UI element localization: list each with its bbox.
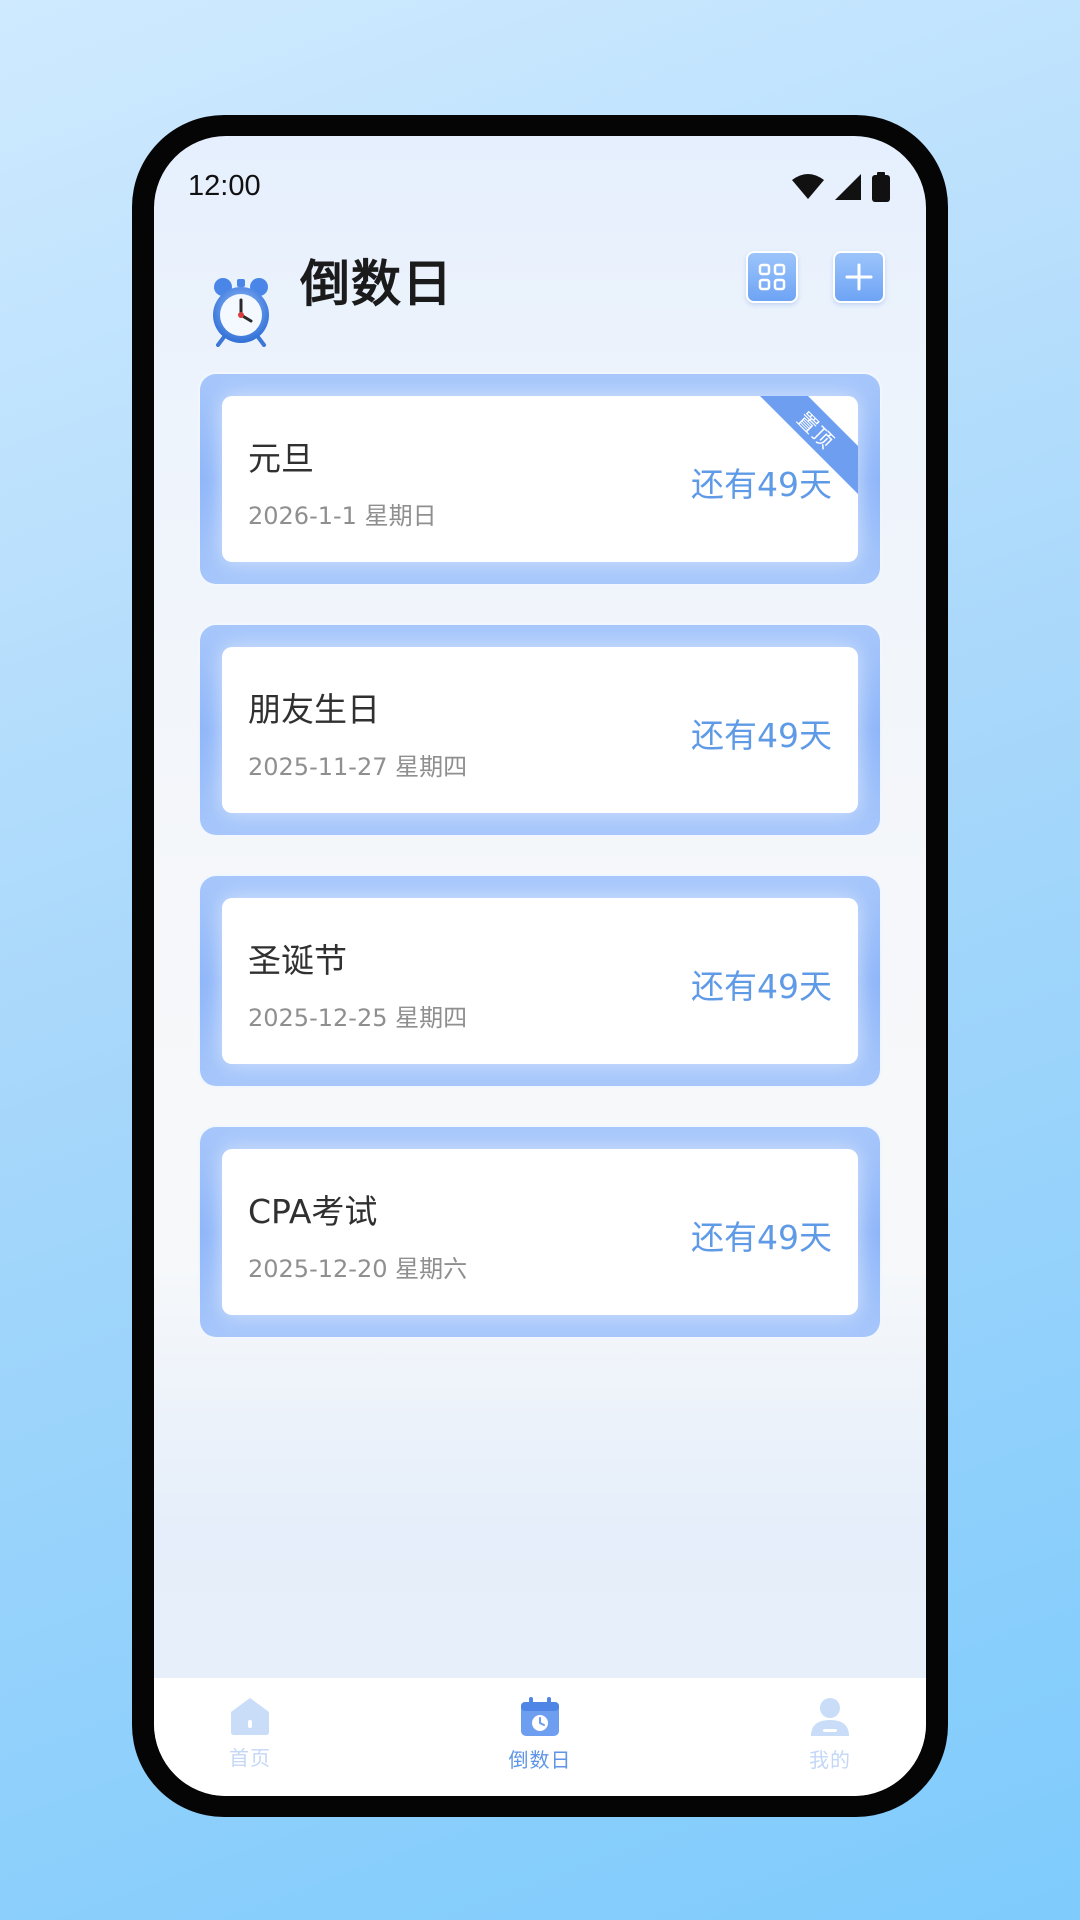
event-date: 2025-11-27 星期四 bbox=[248, 753, 468, 781]
event-card[interactable]: 圣诞节 2025-12-25 星期四 还有49天 bbox=[198, 874, 882, 1088]
signal-icon bbox=[835, 174, 861, 200]
user-icon bbox=[811, 1698, 849, 1736]
event-card[interactable]: 朋友生日 2025-11-27 星期四 还有49天 bbox=[198, 623, 882, 837]
event-date: 2025-12-25 星期四 bbox=[248, 1004, 468, 1032]
app-screen: 12:00 倒数日 元旦 2026-1-1 星期日 还有49天 置顶 朋友生日 … bbox=[154, 136, 926, 1796]
event-title: 元旦 bbox=[248, 439, 314, 478]
calendar-clock-icon bbox=[521, 1697, 559, 1736]
grid-view-button[interactable] bbox=[746, 251, 798, 303]
status-time: 12:00 bbox=[188, 170, 261, 202]
event-title: 圣诞节 bbox=[248, 941, 347, 980]
pinned-label: 置顶 bbox=[792, 406, 840, 454]
event-card-content: 元旦 2026-1-1 星期日 还有49天 置顶 bbox=[222, 396, 858, 562]
event-title: CPA考试 bbox=[248, 1192, 378, 1231]
page-title: 倒数日 bbox=[300, 255, 453, 313]
event-card-content: 朋友生日 2025-11-27 星期四 还有49天 bbox=[222, 647, 858, 813]
event-title: 朋友生日 bbox=[248, 690, 380, 729]
status-bar: 12:00 bbox=[154, 136, 926, 236]
nav-item-mine[interactable]: 我的 bbox=[770, 1696, 890, 1786]
event-days-left: 还有49天 bbox=[691, 716, 832, 755]
event-card[interactable]: 元旦 2026-1-1 星期日 还有49天 置顶 bbox=[198, 372, 882, 586]
battery-icon bbox=[872, 172, 890, 202]
event-date: 2026-1-1 星期日 bbox=[248, 502, 437, 530]
add-icon bbox=[845, 263, 873, 291]
status-icons bbox=[792, 172, 890, 202]
event-days-left: 还有49天 bbox=[691, 1218, 832, 1257]
add-event-button[interactable] bbox=[833, 251, 885, 303]
event-days-left: 还有49天 bbox=[691, 465, 832, 504]
home-icon bbox=[231, 1698, 269, 1735]
nav-label-home: 首页 bbox=[229, 1746, 271, 1770]
event-date: 2025-12-20 星期六 bbox=[248, 1255, 468, 1283]
nav-label-mine: 我的 bbox=[809, 1748, 851, 1772]
event-card-content: 圣诞节 2025-12-25 星期四 还有49天 bbox=[222, 898, 858, 1064]
wifi-icon bbox=[792, 174, 824, 199]
nav-item-countdown[interactable]: 倒数日 bbox=[480, 1696, 600, 1786]
event-days-left: 还有49天 bbox=[691, 967, 832, 1006]
event-card[interactable]: CPA考试 2025-12-20 星期六 还有49天 bbox=[198, 1125, 882, 1339]
event-card-content: CPA考试 2025-12-20 星期六 还有49天 bbox=[222, 1149, 858, 1315]
nav-item-home[interactable]: 首页 bbox=[190, 1696, 310, 1786]
grid-view-icon bbox=[758, 263, 786, 291]
bottom-nav: 首页 倒数日 我的 bbox=[154, 1678, 926, 1796]
nav-label-countdown: 倒数日 bbox=[508, 1748, 572, 1772]
alarm-clock-icon bbox=[213, 278, 269, 347]
